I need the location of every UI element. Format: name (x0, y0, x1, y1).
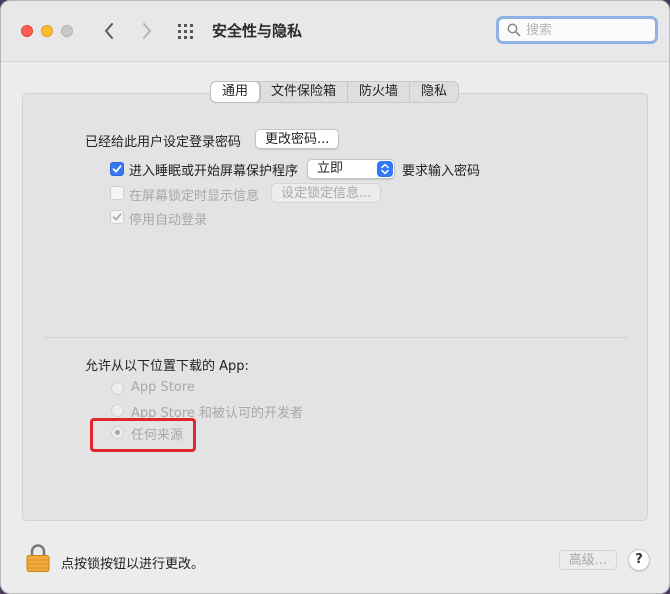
radio-app-store-label: App Store (131, 380, 195, 395)
change-password-button[interactable]: 更改密码... (255, 129, 340, 149)
tab-general[interactable]: 通用 (211, 82, 261, 102)
tab-filevault[interactable]: 文件保险箱 (260, 82, 349, 102)
password-delay-select[interactable]: 立即 (307, 159, 395, 179)
back-button[interactable] (97, 18, 121, 44)
disable-autologin-label: 停用自动登录 (129, 213, 208, 228)
select-arrows-icon (377, 161, 393, 177)
checkmark-icon (112, 213, 122, 221)
checkmark-icon (112, 165, 122, 173)
require-password-suffix: 要求输入密码 (402, 164, 481, 179)
disable-autologin-checkbox[interactable] (110, 210, 124, 224)
tab-bar: 通用 文件保险箱 防火墙 隐私 (210, 81, 460, 103)
require-password-label: 进入睡眠或开始屏幕保护程序 (129, 164, 299, 179)
search-box[interactable] (496, 16, 658, 44)
grid-icon (178, 24, 193, 39)
downloads-heading: 允许从以下位置下载的 App: (85, 359, 249, 374)
set-lock-message-button[interactable]: 设定锁定信息... (271, 183, 382, 203)
window-title: 安全性与隐私 (212, 22, 303, 40)
zoom-button[interactable] (61, 25, 73, 37)
search-icon (507, 23, 521, 37)
chevron-left-icon (105, 23, 113, 39)
show-message-checkbox[interactable] (110, 186, 124, 200)
radio-app-store[interactable] (111, 382, 124, 395)
forward-button[interactable] (135, 18, 159, 44)
lock-hint-text: 点按锁按钮以进行更改。 (61, 557, 205, 572)
highlight-box (90, 418, 196, 452)
advanced-button[interactable]: 高级... (559, 550, 617, 570)
password-delay-value: 立即 (317, 161, 344, 176)
help-button[interactable]: ? (628, 549, 650, 571)
chevron-right-icon (143, 23, 151, 39)
show-message-label: 在屏幕锁定时显示信息 (129, 189, 260, 204)
lock-icon (26, 544, 50, 572)
close-button[interactable] (21, 25, 33, 37)
lock-button[interactable] (25, 543, 51, 573)
show-all-button[interactable] (176, 21, 198, 41)
preferences-window: 安全性与隐私 通用 文件保险箱 防火墙 隐私 已经给此用户设定登录密码 更改密码… (0, 0, 670, 594)
tab-firewall[interactable]: 防火墙 (348, 82, 411, 102)
minimize-button[interactable] (41, 25, 53, 37)
general-panel (22, 93, 648, 521)
radio-app-store-developers[interactable] (111, 404, 124, 417)
search-input[interactable] (526, 22, 636, 38)
title-bar: 安全性与隐私 (1, 1, 669, 62)
require-password-checkbox[interactable] (110, 162, 124, 176)
tab-privacy[interactable]: 隐私 (410, 82, 458, 102)
login-password-label: 已经给此用户设定登录密码 (85, 135, 242, 150)
section-divider (45, 337, 627, 338)
